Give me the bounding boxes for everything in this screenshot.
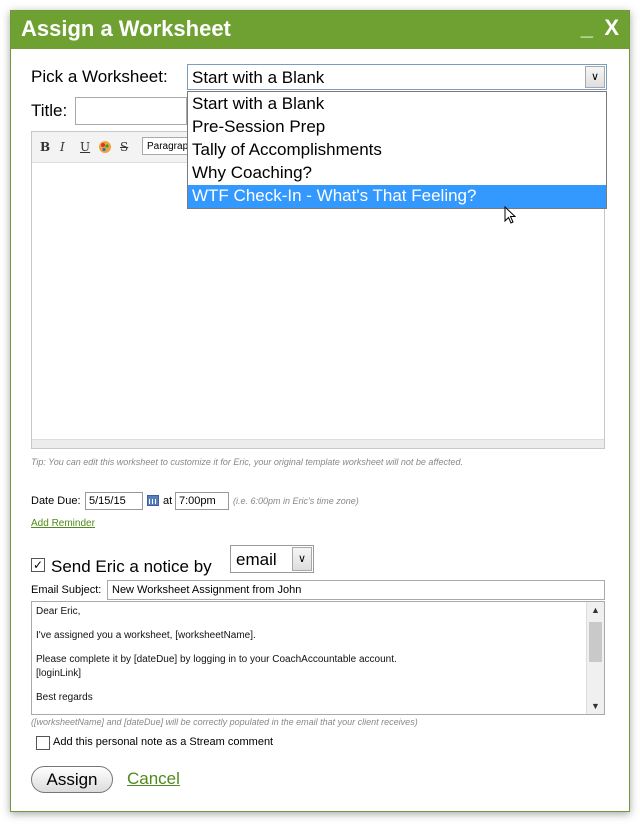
worksheet-option-highlighted[interactable]: WTF Check-In - What's That Feeling? xyxy=(188,185,606,208)
stream-comment-label: Add this personal note as a Stream comme… xyxy=(53,736,274,748)
worksheet-dropdown-list: Start with a Blank Pre-Session Prep Tall… xyxy=(187,91,607,209)
assign-button[interactable]: Assign xyxy=(31,766,113,793)
cancel-link[interactable]: Cancel xyxy=(127,769,180,789)
scroll-down-icon[interactable]: ▼ xyxy=(587,698,604,714)
scroll-thumb[interactable] xyxy=(589,622,602,662)
title-input[interactable] xyxy=(75,97,187,125)
send-notice-label: Send Eric a notice by xyxy=(51,557,212,576)
timezone-hint: (i.e. 6:00pm in Eric's time zone) xyxy=(233,496,359,506)
pick-worksheet-label: Pick a Worksheet: xyxy=(31,67,168,86)
minimize-button[interactable]: _ xyxy=(581,15,593,41)
stream-comment-checkbox[interactable] xyxy=(36,736,50,750)
assign-worksheet-dialog: Assign a Worksheet _ X Pick a Worksheet:… xyxy=(10,10,630,812)
bold-button[interactable]: B xyxy=(40,140,50,154)
at-label: at xyxy=(163,495,173,507)
chevron-down-icon[interactable]: ∨ xyxy=(292,547,312,571)
chevron-down-icon[interactable]: ∨ xyxy=(585,66,605,88)
worksheet-option[interactable]: Why Coaching? xyxy=(188,162,606,185)
editor-statusbar xyxy=(32,439,604,448)
calendar-icon[interactable] xyxy=(147,495,159,506)
worksheet-option[interactable]: Pre-Session Prep xyxy=(188,116,606,139)
email-body-line: Best regards xyxy=(36,692,93,703)
strikethrough-button[interactable]: S xyxy=(120,140,128,154)
dialog-titlebar: Assign a Worksheet _ X xyxy=(11,11,629,49)
notice-method-value: email xyxy=(236,550,277,569)
email-body-line: Please complete it by [dateDue] by loggi… xyxy=(36,654,397,665)
email-subject-label: Email Subject: xyxy=(31,584,102,596)
scroll-up-icon[interactable]: ▲ xyxy=(587,602,604,618)
worksheet-selected-value: Start with a Blank xyxy=(192,68,325,87)
add-reminder-link[interactable]: Add Reminder xyxy=(31,518,95,529)
date-due-label: Date Due: xyxy=(31,495,81,507)
email-body-line: I've assigned you a worksheet, [workshee… xyxy=(36,630,256,641)
email-body-line: [loginLink] xyxy=(36,668,82,679)
due-time-input[interactable]: 7:00pm xyxy=(175,492,229,510)
email-body-line: Dear Eric, xyxy=(36,606,81,617)
title-label: Title: xyxy=(31,101,68,120)
editor-tip: Tip: You can edit this worksheet to cust… xyxy=(31,457,463,467)
dialog-title: Assign a Worksheet xyxy=(21,16,231,41)
close-button[interactable]: X xyxy=(604,15,619,41)
worksheet-select[interactable]: Start with a Blank ∨ xyxy=(187,64,607,90)
notice-method-select[interactable]: email ∨ xyxy=(230,545,314,573)
mouse-pointer-icon xyxy=(504,206,516,224)
italic-button[interactable]: I xyxy=(60,140,65,154)
date-due-input[interactable]: 5/15/15 xyxy=(85,492,143,510)
email-body-scrollbar[interactable]: ▲ ▼ xyxy=(586,602,604,714)
color-palette-icon[interactable] xyxy=(98,140,112,154)
worksheet-option[interactable]: Tally of Accomplishments xyxy=(188,139,606,162)
send-notice-checkbox[interactable]: ✓ xyxy=(31,558,45,572)
email-subject-input[interactable]: New Worksheet Assignment from John xyxy=(107,580,605,600)
email-body-textarea[interactable]: Dear Eric, I've assigned you a worksheet… xyxy=(31,601,605,715)
worksheet-option[interactable]: Start with a Blank xyxy=(188,93,606,116)
populate-note: ([worksheetName] and [dateDue] will be c… xyxy=(31,717,418,727)
underline-button[interactable]: U xyxy=(80,140,90,154)
